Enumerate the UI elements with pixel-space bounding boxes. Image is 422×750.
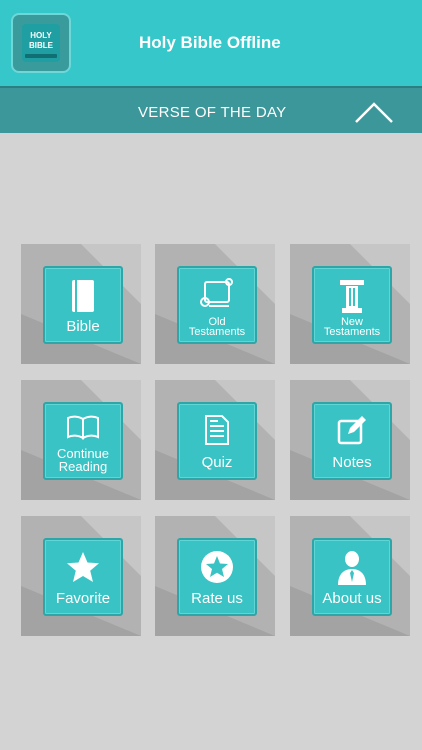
chevron-up-icon[interactable] <box>354 100 394 124</box>
quiz-label: Quiz <box>201 454 233 471</box>
pillar-icon <box>340 280 364 313</box>
app-title: Holy Bible Offline <box>139 33 281 52</box>
scroll-icon <box>200 278 233 307</box>
continue-reading-button[interactable]: Continue Reading <box>43 402 123 480</box>
app-logo-text: HOLY BIBLE <box>29 31 53 50</box>
favorite-label: Favorite <box>55 590 111 607</box>
book-icon <box>72 280 94 312</box>
tile-about-us: About us <box>290 516 410 636</box>
notes-button[interactable]: Notes <box>312 402 392 480</box>
old-testaments-button[interactable]: Old Testaments <box>177 266 257 344</box>
quiz-button[interactable]: Quiz <box>177 402 257 480</box>
favorite-button[interactable]: Favorite <box>43 538 123 616</box>
tile-quiz: Quiz <box>155 380 275 500</box>
tile-new-testaments: New Testaments <box>290 244 410 364</box>
tile-old-testaments: Old Testaments <box>155 244 275 364</box>
new-testaments-label: New Testaments <box>323 316 381 338</box>
person-icon <box>338 551 366 585</box>
open-book-icon <box>67 415 99 440</box>
bible-button[interactable]: Bible <box>43 266 123 344</box>
document-icon <box>205 415 229 445</box>
star-circle-icon <box>201 551 233 583</box>
rate-us-label: Rate us <box>191 590 243 607</box>
notes-label: Notes <box>332 454 372 471</box>
app-bar: HOLY BIBLE Holy Bible Offline <box>0 0 422 86</box>
app-logo: HOLY BIBLE <box>11 13 71 73</box>
edit-icon <box>337 416 366 445</box>
tile-notes: Notes <box>290 380 410 500</box>
verse-of-the-day-title: VERSE OF THE DAY <box>138 104 287 121</box>
tile-continue-reading: Continue Reading <box>21 380 141 500</box>
tile-favorite: Favorite <box>21 516 141 636</box>
tile-bible: Bible <box>21 244 141 364</box>
star-icon <box>67 552 99 582</box>
old-testaments-label: Old Testaments <box>188 316 246 338</box>
about-us-button[interactable]: About us <box>312 538 392 616</box>
verse-of-the-day-bar[interactable]: VERSE OF THE DAY <box>0 86 422 133</box>
tile-rate-us: Rate us <box>155 516 275 636</box>
bible-label: Bible <box>66 318 100 335</box>
new-testaments-button[interactable]: New Testaments <box>312 266 392 344</box>
bible-logo-icon: HOLY BIBLE <box>22 24 60 62</box>
continue-reading-label: Continue Reading <box>56 446 110 474</box>
rate-us-button[interactable]: Rate us <box>177 538 257 616</box>
about-us-label: About us <box>322 590 382 607</box>
